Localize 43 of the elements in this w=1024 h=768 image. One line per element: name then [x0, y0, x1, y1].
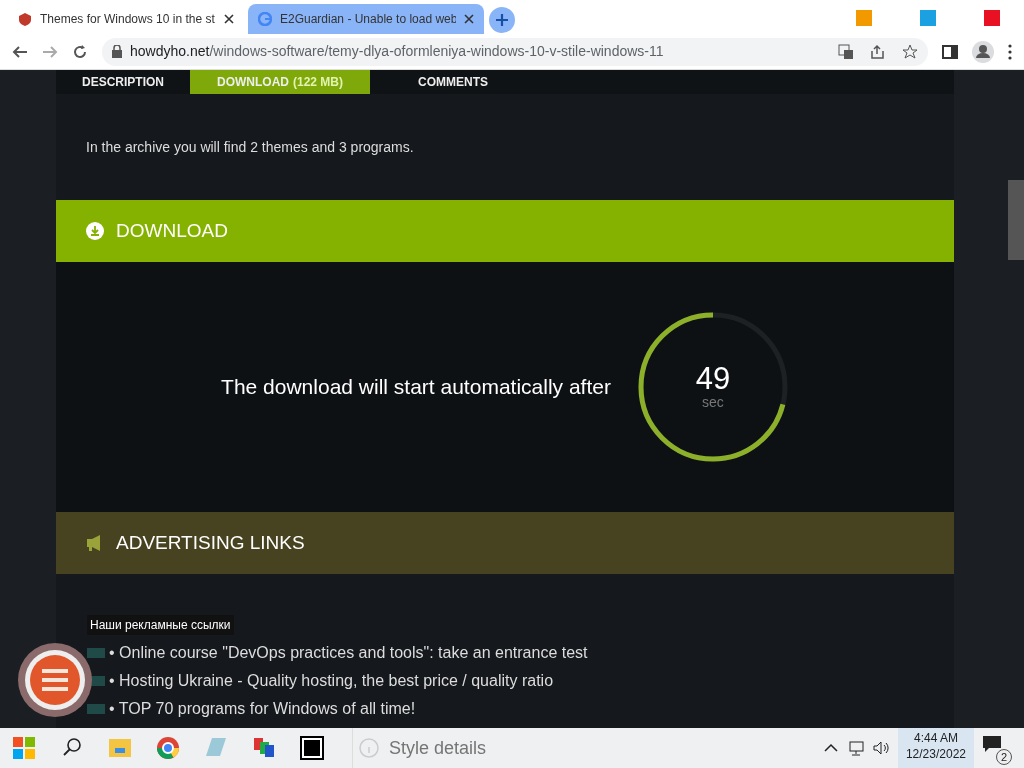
- star-icon[interactable]: [902, 43, 918, 60]
- lock-icon: [112, 45, 122, 58]
- banner-icon: [87, 648, 105, 658]
- close-icon[interactable]: [224, 14, 234, 24]
- taskbar-clock[interactable]: 4:44 AM 12/23/2022: [897, 728, 974, 768]
- page-tab[interactable]: DESCRIPTION: [56, 70, 190, 94]
- section-title: ADVERTISING LINKS: [116, 530, 305, 555]
- menu-icon[interactable]: [1008, 43, 1012, 60]
- url-text: howdyho.net/windows-software/temy-dlya-oformleniya-windows-10-v-stile-windows-11: [130, 42, 664, 61]
- info-icon: [359, 738, 379, 758]
- browser-tab[interactable]: Themes for Windows 10 in the st: [8, 4, 244, 34]
- countdown-unit: sec: [701, 394, 725, 411]
- section-title: DOWNLOAD: [116, 218, 228, 243]
- sidebar-icon[interactable]: [942, 43, 958, 60]
- message-icon: [982, 735, 1002, 753]
- reload-icon[interactable]: [72, 43, 88, 60]
- chevron-up-icon[interactable]: [823, 743, 838, 753]
- shield-icon: [18, 12, 32, 26]
- countdown-message: The download will start automatically after: [221, 374, 611, 401]
- ad-link[interactable]: • TOP 70 programs for Windows of all time!: [109, 697, 416, 721]
- ad-caption: Наши рекламные ссылки: [87, 615, 234, 635]
- close-icon[interactable]: [464, 14, 474, 24]
- banner-icon: [87, 704, 105, 714]
- countdown-number: 49: [695, 363, 731, 395]
- clock-time: 4:44 AM: [912, 730, 959, 747]
- google-icon: [258, 12, 272, 26]
- clock-date: 12/23/2022: [905, 746, 966, 763]
- search-field[interactable]: Style details: [387, 733, 687, 763]
- profile-icon[interactable]: [972, 40, 994, 63]
- ad-link[interactable]: • Online course "DevOps practices and tools": take an entrance test: [109, 641, 588, 665]
- scrollbar-thumb[interactable]: [1008, 180, 1024, 260]
- notification-badge: 2: [996, 749, 1012, 765]
- share-icon[interactable]: [870, 43, 886, 60]
- volume-icon[interactable]: [871, 740, 890, 756]
- ad-link[interactable]: • Hosting Ukraine - Quality hosting, the best price / quality ratio: [109, 669, 554, 693]
- new-tab-icon[interactable]: [488, 6, 516, 34]
- tab-title: Themes for Windows 10 in the st: [40, 11, 216, 28]
- back-icon[interactable]: [12, 43, 28, 60]
- address-bar[interactable]: howdyho.net/windows-software/temy-dlya-oformleniya-windows-10-v-stile-windows-11: [102, 37, 928, 66]
- download-icon: [86, 222, 104, 240]
- page-tab[interactable]: COMMENTS: [386, 70, 520, 94]
- translate-icon[interactable]: [838, 43, 854, 60]
- intro-text: In the archive you will find 2 themes and 3 programs.: [85, 138, 415, 157]
